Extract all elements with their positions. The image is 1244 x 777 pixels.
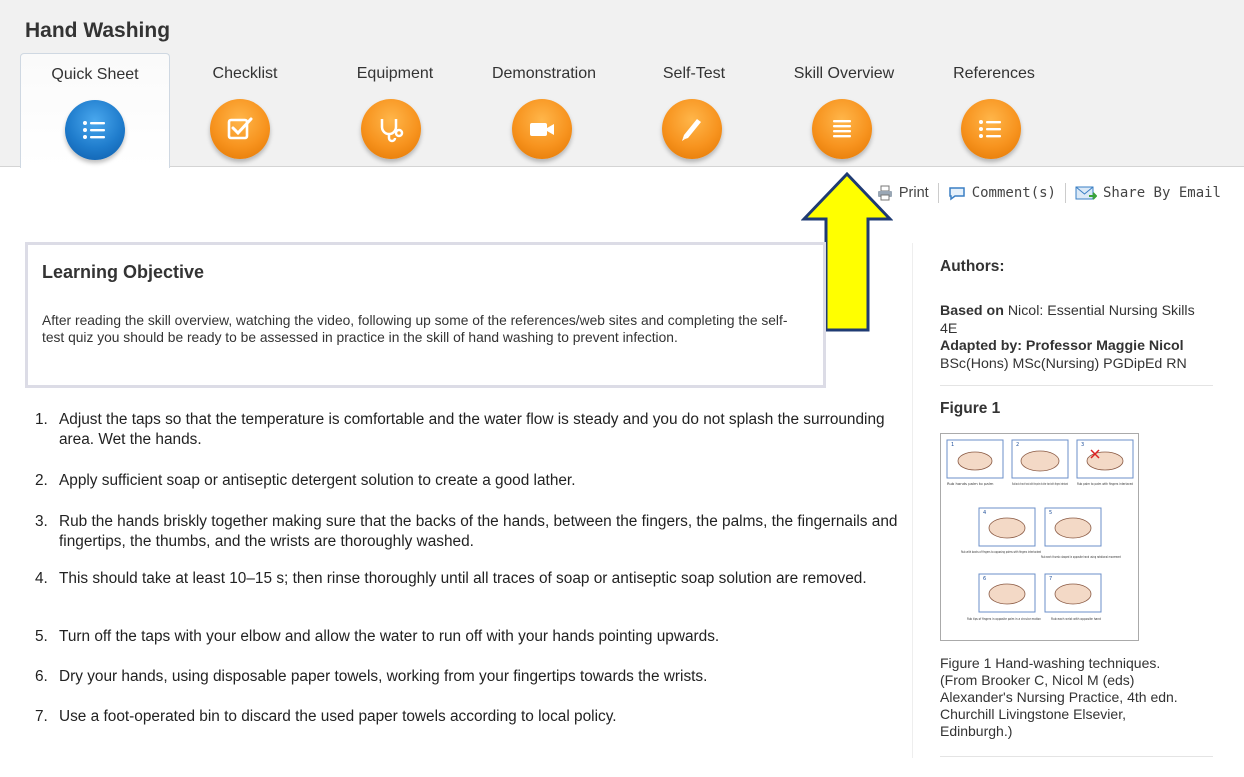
tab-label: Checklist bbox=[212, 65, 278, 82]
tab-demonstration[interactable]: Demonstration bbox=[470, 53, 618, 166]
list-item: 2. Apply sufficient soap or antiseptic de… bbox=[35, 471, 919, 491]
list-item: 3. Rub the hands briskly together making … bbox=[35, 512, 919, 552]
figure-panel-caption: Rub each wrist with opposite hand bbox=[1051, 616, 1101, 621]
tab-label: Quick Sheet bbox=[51, 66, 139, 83]
tab-references[interactable]: References bbox=[920, 53, 1068, 166]
step-text: Turn off the taps with your elbow and al… bbox=[59, 628, 720, 645]
step-text: This should take at least 10–15 s; then … bbox=[59, 570, 867, 587]
action-divider bbox=[1064, 183, 1066, 203]
based-on-label: Based on bbox=[940, 303, 1004, 319]
speech-bubble-icon bbox=[948, 187, 965, 201]
comments-label: Comment(s) bbox=[971, 185, 1056, 201]
svg-text:1: 1 bbox=[951, 442, 954, 448]
page-actions: Print Comment(s) Share By Email bbox=[877, 183, 1221, 203]
tab-skill-overview[interactable]: Skill Overview bbox=[768, 53, 920, 166]
list-item: 7. Use a foot-operated bin to discard the… bbox=[35, 707, 919, 727]
step-text: Rub the hands briskly together making su… bbox=[59, 513, 898, 550]
share-email-button[interactable]: Share By Email bbox=[1075, 184, 1221, 202]
figure-handwashing-steps[interactable]: 1 2 3 4 5 6 7 Rub hands palm to palm Rub bac… bbox=[940, 433, 1139, 641]
tab-self-test[interactable]: Self-Test bbox=[620, 53, 768, 166]
svg-text:7: 7 bbox=[1049, 576, 1052, 582]
figure-panel-caption: Rub with backs of fingers to opposing pa… bbox=[961, 549, 1041, 554]
header-bar: Hand Washing Quick Sheet Checklist Equip… bbox=[0, 0, 1244, 168]
sidebar-divider bbox=[940, 756, 1213, 757]
video-camera-icon bbox=[512, 99, 572, 159]
document-lines-icon bbox=[812, 99, 872, 159]
svg-text:2: 2 bbox=[1016, 442, 1019, 448]
tab-quick-sheet[interactable]: Quick Sheet bbox=[20, 53, 170, 168]
stethoscope-icon bbox=[361, 99, 421, 159]
list-icon bbox=[961, 99, 1021, 159]
handwashing-diagram: 1 2 3 4 5 6 7 Rub hands palm to palm Rub bac… bbox=[946, 439, 1134, 621]
figure-panel-caption: Rub back of each hand with the palm of o… bbox=[1012, 481, 1068, 486]
step-number: 4. bbox=[35, 570, 48, 587]
action-divider bbox=[937, 183, 939, 203]
tab-label: Self-Test bbox=[662, 65, 726, 82]
figure-panel-caption: Rub each thumb clasped in opposite hand … bbox=[1041, 554, 1121, 559]
tab-label: Skill Overview bbox=[793, 65, 895, 82]
tab-label: References bbox=[953, 65, 1035, 82]
objective-heading: Learning Objective bbox=[42, 262, 205, 282]
tab-equipment[interactable]: Equipment bbox=[320, 53, 470, 166]
comments-button[interactable]: Comment(s) bbox=[948, 185, 1056, 201]
step-number: 6. bbox=[35, 668, 48, 685]
figure-panel-caption: Rub palm to palm with fingers interlaced bbox=[1077, 481, 1133, 486]
step-text: Dry your hands, using disposable paper t… bbox=[59, 668, 708, 685]
step-number: 3. bbox=[35, 513, 48, 530]
step-number: 5. bbox=[35, 628, 48, 645]
figure-heading: Figure 1 bbox=[940, 400, 1001, 417]
svg-text:6: 6 bbox=[983, 576, 986, 582]
tab-label: Demonstration bbox=[491, 65, 597, 82]
step-number: 1. bbox=[35, 411, 48, 428]
list-item: 5. Turn off the taps with your elbow and … bbox=[35, 627, 919, 647]
figure-panel-caption: Rub tips of fingers in opposite palm in … bbox=[967, 616, 1041, 621]
learning-objective-box: Learning Objective After reading the ski… bbox=[25, 242, 826, 388]
sidebar-divider bbox=[940, 385, 1213, 386]
figure-caption: Figure 1 Hand-washing techniques. (From … bbox=[940, 655, 1178, 739]
step-number: 7. bbox=[35, 708, 48, 725]
pencil-icon bbox=[662, 99, 722, 159]
list-icon bbox=[65, 100, 125, 160]
list-item: 1. Adjust the taps so that the temperatur… bbox=[35, 410, 919, 450]
tab-checklist[interactable]: Checklist bbox=[170, 53, 320, 166]
step-text: Use a foot-operated bin to discard the u… bbox=[59, 708, 617, 725]
svg-text:3: 3 bbox=[1081, 442, 1084, 448]
sidebar: Authors: Based on Nicol: Essential Nursi… bbox=[912, 243, 1213, 758]
authors-heading: Authors: bbox=[940, 258, 1005, 275]
email-icon bbox=[1075, 186, 1097, 200]
step-text: Adjust the taps so that the temperature … bbox=[59, 411, 885, 448]
page-title: Hand Washing bbox=[25, 19, 171, 42]
objective-text: After reading the skill overview, watchi… bbox=[42, 313, 788, 345]
tab-label: Equipment bbox=[356, 65, 434, 82]
adapted-by-label: Adapted by: Professor Maggie Nicol bbox=[940, 338, 1184, 354]
step-text: Apply sufficient soap or antiseptic dete… bbox=[59, 472, 576, 489]
checkbox-icon bbox=[210, 99, 270, 159]
svg-text:5: 5 bbox=[1049, 510, 1052, 516]
list-item: 4. This should take at least 10–15 s; the… bbox=[35, 569, 919, 589]
print-label: Print bbox=[898, 185, 929, 201]
authors-info: Based on Nicol: Essential Nursing Skills… bbox=[940, 303, 1210, 373]
step-number: 2. bbox=[35, 472, 48, 489]
list-item: 6. Dry your hands, using disposable paper… bbox=[35, 667, 919, 687]
share-email-label: Share By Email bbox=[1102, 185, 1221, 201]
svg-text:4: 4 bbox=[983, 510, 986, 516]
figure-panel-caption: Rub hands palm to palm bbox=[947, 481, 994, 486]
adapted-by-credentials: BSc(Hons) MSc(Nursing) PGDipEd RN bbox=[940, 355, 1187, 372]
